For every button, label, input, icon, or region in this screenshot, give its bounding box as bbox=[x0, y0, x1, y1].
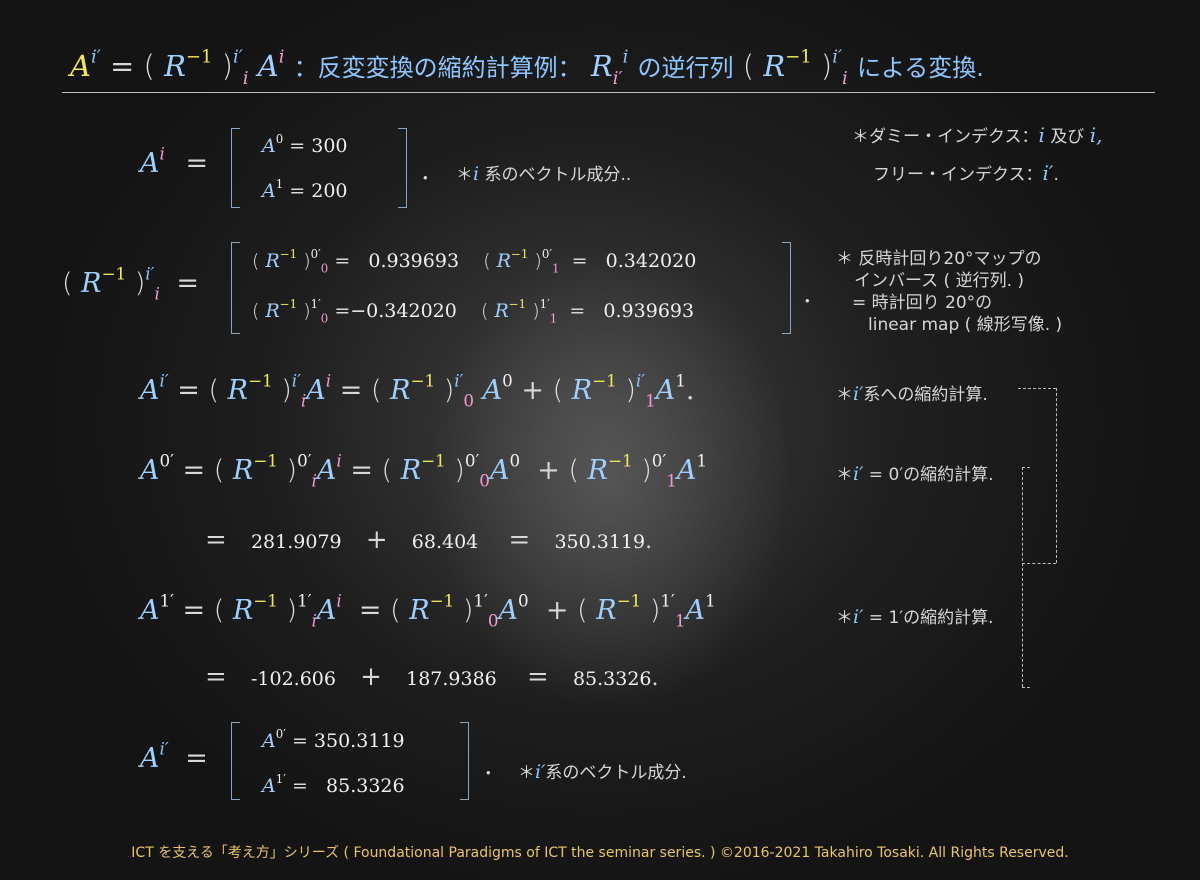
vector-a-left-bracket bbox=[231, 128, 240, 208]
vector-a-row-1: A1 = 200 bbox=[262, 177, 348, 202]
matrix-right-bracket bbox=[782, 242, 791, 334]
matrix-period: . bbox=[803, 278, 812, 309]
matrix-left-bracket bbox=[231, 242, 240, 334]
a0-numeric-result: = 281.9079 + 68.404 = 350.3119. bbox=[205, 525, 653, 555]
copyright-footer: ICT を支える「考え方」シリーズ ( Foundational Paradig… bbox=[131, 845, 1069, 861]
title-divider bbox=[62, 92, 1155, 93]
a1-contraction-equation: A1′ = ( R−1 )1′iAi = ( R−1 )1′0A0 + ( R−… bbox=[140, 590, 716, 631]
vector-a-period: . bbox=[421, 155, 430, 186]
a1-numeric-result: = -102.606 + 187.9386 = 85.3326. bbox=[205, 662, 659, 692]
general-contraction-note: ＊i′系への縮約計算. bbox=[836, 383, 988, 405]
dummy-index-note: ＊ダミー・インデクス：i 及び i, bbox=[852, 123, 1103, 147]
matrix-row-1: ( R−1 )1′0 =−0.342020 ( R−1 )1′1 = 0.939… bbox=[252, 297, 695, 326]
result-vector-lhs: Ai′ = bbox=[140, 738, 208, 774]
vector-a-lhs: Ai = bbox=[140, 143, 209, 179]
connector-bottom bbox=[1022, 687, 1030, 688]
result-vector-left-bracket bbox=[231, 722, 240, 800]
connector-a0 bbox=[1022, 467, 1030, 468]
result-vector-note: ＊i′系のベクトル成分. bbox=[518, 761, 687, 783]
result-vector-row-0: A0′ = 350.3119 bbox=[262, 727, 405, 752]
result-vector-row-1: A1′ = 85.3326 bbox=[262, 772, 405, 797]
page-title: Ai′ = ( R−1 )i′i Ai ：反変変換の縮約計算例： Ri′i の逆… bbox=[70, 46, 984, 90]
matrix-lhs: ( R−1 )i′i = bbox=[62, 263, 200, 304]
vector-a-right-bracket bbox=[398, 128, 407, 208]
vector-a-note: ＊i 系のベクトル成分.. bbox=[456, 163, 632, 185]
connector-outer-vertical bbox=[1056, 388, 1057, 563]
connector-inner-vertical bbox=[1022, 467, 1023, 687]
connector-middle bbox=[1022, 563, 1056, 564]
general-contraction-equation: Ai′ = ( R−1 )i′iAi = ( R−1 )i′0 A0 + ( R… bbox=[140, 370, 695, 411]
a1-contraction-note: ＊i′ = 1′の縮約計算. bbox=[836, 606, 994, 628]
vector-a-row-0: A0 = 300 bbox=[262, 132, 348, 157]
result-vector-period: . bbox=[484, 750, 493, 781]
a0-contraction-note: ＊i′ = 0′の縮約計算. bbox=[836, 463, 994, 485]
free-index-note: フリー・インデクス：i′. bbox=[873, 161, 1059, 185]
matrix-note: ＊ 反時計回り20°マップの インバース ( 逆行列. ) = 時計回り 20°… bbox=[836, 249, 1063, 335]
connector-top bbox=[1018, 388, 1056, 389]
a0-contraction-equation: A0′ = ( R−1 )0′iAi = ( R−1 )0′0A0 + ( R−… bbox=[140, 450, 708, 491]
result-vector-right-bracket bbox=[460, 722, 469, 800]
matrix-row-0: ( R−1 )0′0 = 0.939693 ( R−1 )0′1 = 0.342… bbox=[252, 247, 697, 276]
